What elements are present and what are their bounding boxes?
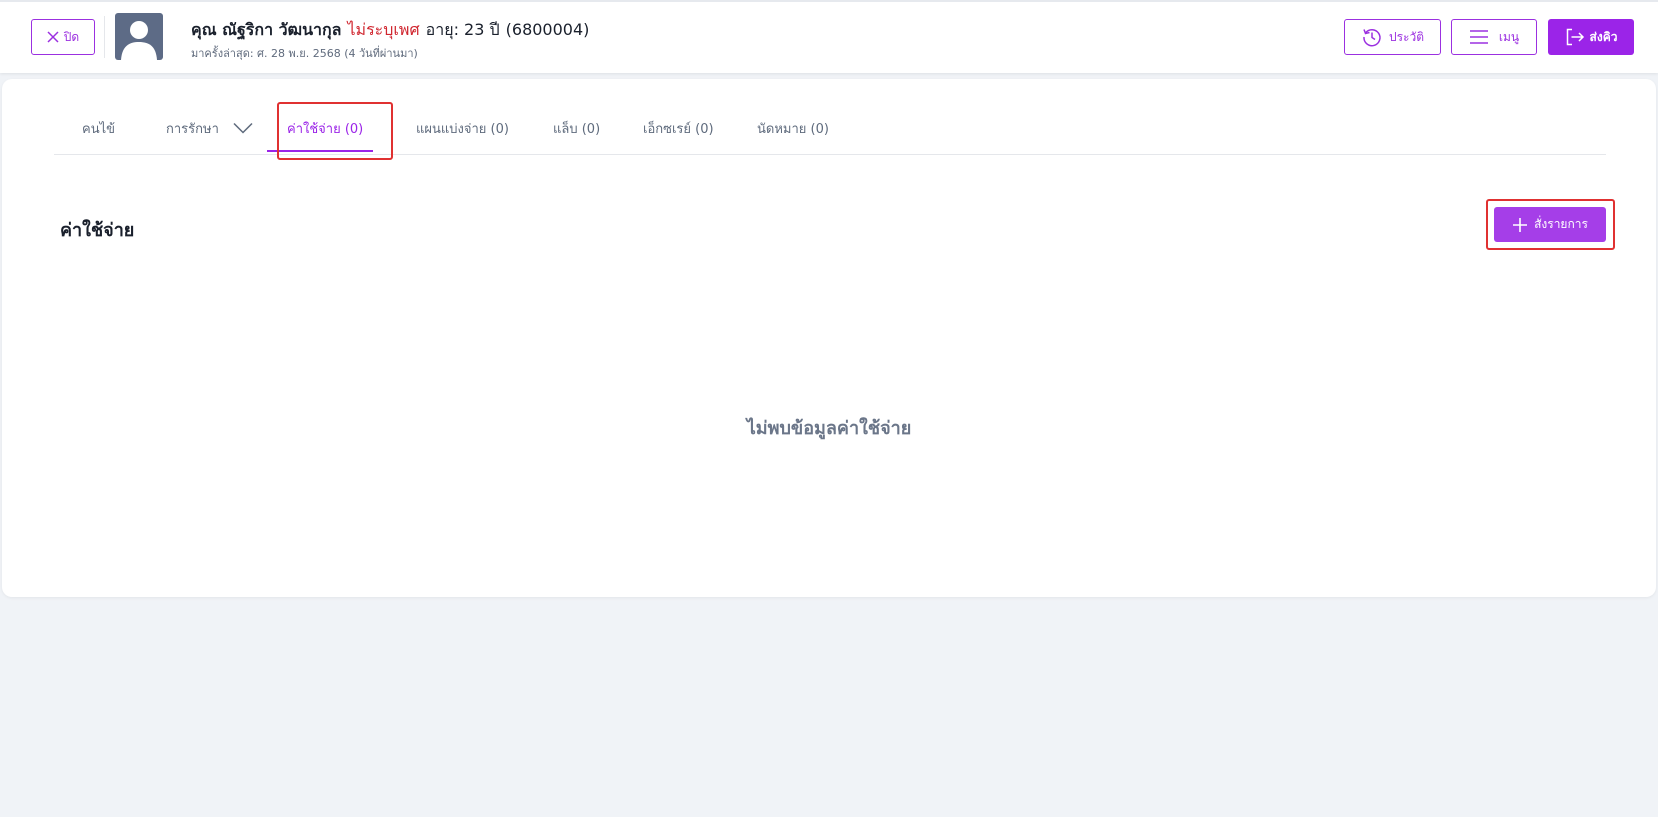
patient-info: คุณ ณัฐริกา วัฒนากุล ไม่ระบุเพศ อายุ: 23… — [191, 18, 589, 40]
tab-expenses[interactable]: ค่าใช้จ่าย (0) — [267, 101, 374, 155]
tab-lab[interactable]: แล็บ (0) — [553, 101, 600, 155]
add-order-button[interactable]: สั่งรายการ — [1494, 207, 1606, 242]
empty-state-message: ไม่พบข้อมูลค่าใช้จ่าย — [746, 418, 912, 439]
tab-installment-plan[interactable]: แผนแบ่งจ่าย (0) — [416, 101, 509, 155]
tab-label: นัดหมาย (0) — [757, 121, 829, 137]
patient-gender: ไม่ระบุเพศ — [347, 20, 420, 39]
close-button-label: ปิด — [63, 29, 80, 44]
last-visit-text: มาครั้งล่าสุด: ศ. 28 พ.ย. 2568 (4 วันที่… — [191, 47, 418, 60]
tab-patient[interactable]: คนไข้ — [82, 101, 115, 155]
tab-xray[interactable]: เอ็กซเรย์ (0) — [643, 101, 714, 155]
tab-appointments[interactable]: นัดหมาย (0) — [757, 101, 829, 155]
send-queue-button[interactable]: ส่งคิว — [1548, 19, 1634, 55]
history-button-label: ประวัติ — [1388, 29, 1425, 44]
tab-label: แล็บ (0) — [553, 121, 601, 137]
tab-label: ค่าใช้จ่าย (0) — [287, 121, 364, 137]
hamburger-icon — [1469, 29, 1489, 45]
section-title: ค่าใช้จ่าย — [60, 220, 135, 241]
billing-card: คนไข้ การรักษา ค่าใช้จ่าย (0) แผนแบ่งจ่า… — [2, 79, 1656, 597]
patient-name: คุณ ณัฐริกา วัฒนากุล — [191, 20, 342, 39]
add-order-button-label: สั่งรายการ — [1534, 217, 1588, 231]
menu-button[interactable]: เมนู — [1451, 19, 1537, 55]
send-queue-icon — [1565, 28, 1585, 46]
avatar-silhouette-icon — [121, 21, 157, 60]
tab-bar: คนไข้ การรักษา ค่าใช้จ่าย (0) แผนแบ่งจ่า… — [54, 101, 1606, 155]
history-button[interactable]: ประวัติ — [1344, 19, 1441, 55]
tab-label: เอ็กซเรย์ (0) — [643, 121, 714, 137]
patient-age: อายุ: 23 ปี — [425, 20, 500, 39]
send-queue-button-label: ส่งคิว — [1589, 29, 1618, 44]
tab-label: คนไข้ — [82, 121, 116, 137]
menu-button-label: เมนู — [1498, 29, 1520, 44]
tab-treatment[interactable]: การรักษา — [166, 101, 253, 155]
avatar — [115, 13, 163, 60]
patient-header: ปิด คุณ ณัฐริกา วัฒนากุล ไม่ระบุเพศ อายุ… — [0, 0, 1658, 73]
close-icon — [47, 31, 59, 43]
patient-hn: (6800004) — [505, 20, 590, 39]
tab-label: แผนแบ่งจ่าย (0) — [416, 121, 509, 137]
chevron-down-icon — [233, 122, 253, 134]
plus-icon — [1512, 217, 1528, 233]
history-icon — [1361, 26, 1383, 48]
close-button[interactable]: ปิด — [31, 19, 95, 55]
tab-label: การรักษา — [166, 121, 219, 137]
header-divider — [104, 16, 105, 58]
